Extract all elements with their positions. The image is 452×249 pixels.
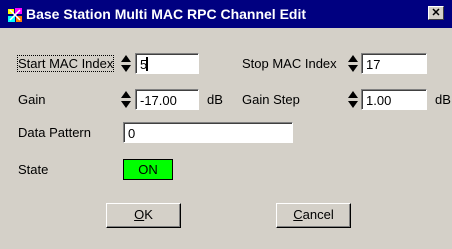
close-icon: ✕ bbox=[431, 7, 441, 19]
spin-up-icon[interactable] bbox=[121, 91, 131, 98]
gain-step-input[interactable]: 1.00 bbox=[361, 89, 427, 110]
gain-value: -17.00 bbox=[140, 93, 177, 108]
gain-label: Gain bbox=[18, 92, 46, 107]
data-pattern-value: 0 bbox=[128, 126, 136, 141]
spin-up-icon[interactable] bbox=[348, 55, 358, 62]
gain-input[interactable]: -17.00 bbox=[135, 89, 199, 110]
spin-down-icon[interactable] bbox=[121, 65, 131, 72]
state-label: State bbox=[18, 162, 49, 177]
start-mac-index-spinner[interactable] bbox=[121, 54, 132, 74]
close-button[interactable]: ✕ bbox=[428, 6, 444, 20]
state-toggle-button[interactable]: ON bbox=[123, 159, 173, 180]
text-cursor bbox=[146, 57, 149, 71]
app-icon bbox=[7, 7, 23, 23]
ok-button[interactable]: OK bbox=[106, 203, 181, 228]
gain-spinner[interactable] bbox=[121, 90, 132, 110]
gain-step-spinner[interactable] bbox=[348, 90, 359, 110]
data-pattern-input[interactable]: 0 bbox=[123, 122, 293, 143]
gain-step-value: 1.00 bbox=[366, 93, 392, 108]
stop-mac-index-input[interactable]: 17 bbox=[361, 53, 427, 74]
gain-step-label: Gain Step bbox=[242, 92, 300, 107]
spin-down-icon[interactable] bbox=[348, 65, 358, 72]
dialog-body: Start MAC Index 5 Stop MAC Index 17 Gain… bbox=[0, 28, 452, 249]
window-title: Base Station Multi MAC RPC Channel Edit bbox=[26, 6, 307, 22]
cancel-button-label: Cancel bbox=[293, 207, 334, 222]
gain-step-unit: dB bbox=[435, 92, 451, 107]
start-mac-index-label: Start MAC Index bbox=[16, 55, 115, 72]
spin-down-icon[interactable] bbox=[348, 101, 358, 108]
gain-unit: dB bbox=[207, 92, 223, 107]
spin-up-icon[interactable] bbox=[348, 91, 358, 98]
cancel-button[interactable]: Cancel bbox=[276, 203, 351, 228]
stop-mac-index-spinner[interactable] bbox=[348, 54, 359, 74]
spin-up-icon[interactable] bbox=[121, 55, 131, 62]
ok-button-label: OK bbox=[134, 207, 153, 222]
spin-down-icon[interactable] bbox=[121, 101, 131, 108]
state-value: ON bbox=[138, 162, 158, 177]
title-bar[interactable]: Base Station Multi MAC RPC Channel Edit … bbox=[0, 0, 452, 28]
data-pattern-label: Data Pattern bbox=[18, 125, 91, 140]
stop-mac-index-label: Stop MAC Index bbox=[242, 56, 337, 71]
start-mac-index-input[interactable]: 5 bbox=[135, 53, 199, 74]
stop-mac-index-value: 17 bbox=[366, 57, 381, 72]
